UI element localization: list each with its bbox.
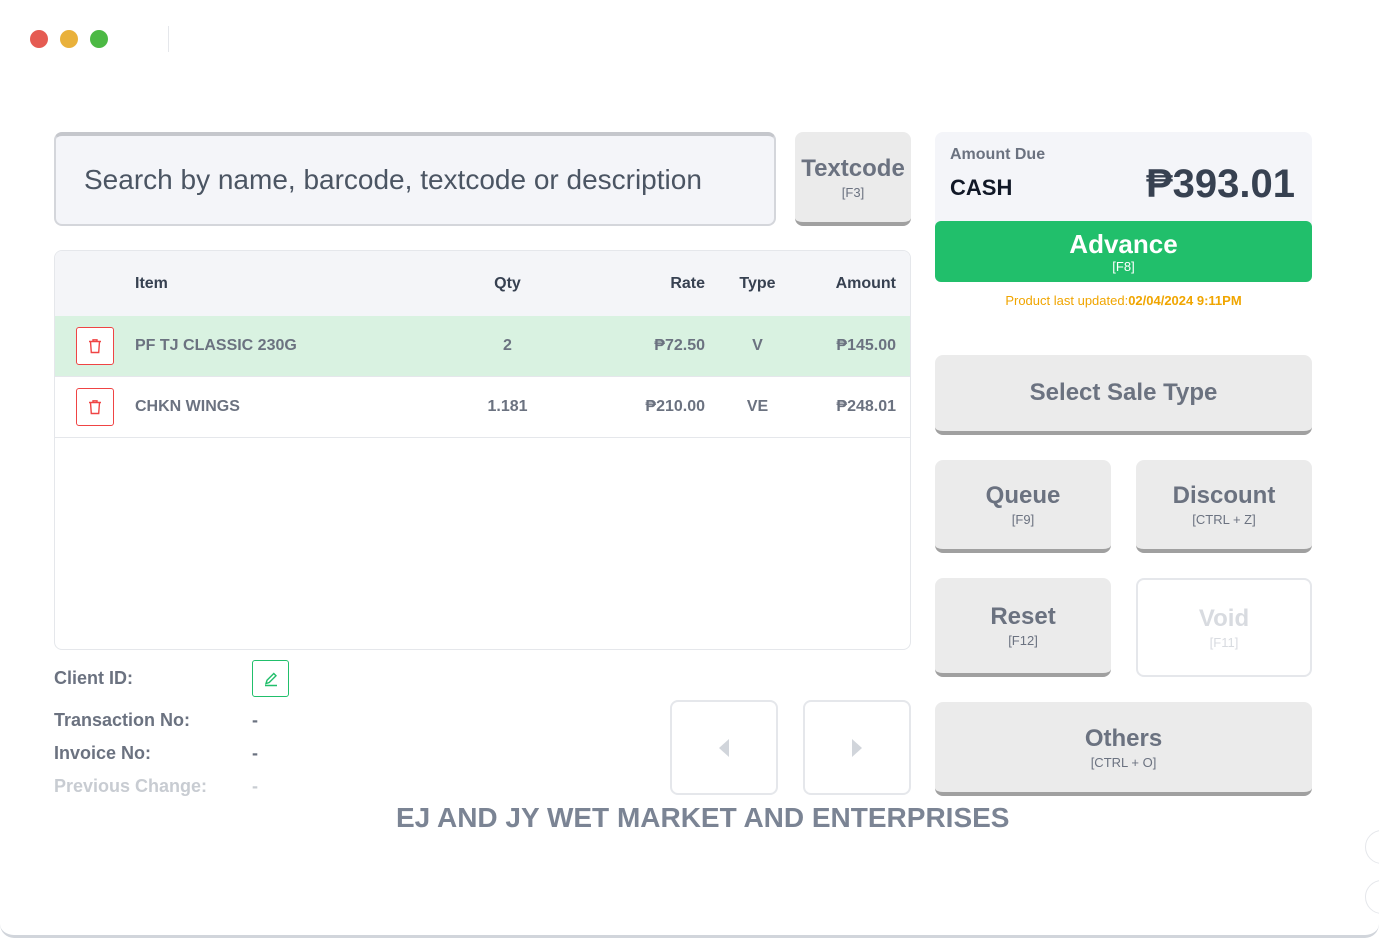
void-button-label: Void [1198, 605, 1250, 632]
queue-button[interactable]: Queue [F9] [935, 460, 1111, 553]
window-controls [30, 30, 108, 48]
header-item: Item [135, 274, 168, 292]
titlebar-divider [168, 26, 169, 52]
row-qty: 1.181 [487, 398, 528, 415]
row-type: VE [746, 398, 769, 415]
row-qty: 2 [503, 337, 512, 354]
amount-due-label: Amount Due [950, 146, 1046, 163]
invoice-no-label: Invoice No: [54, 743, 152, 763]
advance-button-shortcut: [F8] [1112, 259, 1135, 274]
row-rate: ₱72.50 [654, 337, 705, 354]
close-window-button[interactable] [30, 30, 48, 48]
advance-button[interactable]: Advance [F8] [935, 221, 1312, 282]
row-delete-cell [55, 388, 135, 426]
reset-button-shortcut: [F12] [1008, 633, 1038, 648]
others-button-shortcut: [CTRL + O] [1090, 754, 1157, 770]
void-button-shortcut: [F11] [1209, 635, 1239, 650]
amount-due-value: ₱393.01 [1145, 162, 1295, 206]
transaction-no-label: Transaction No: [54, 710, 191, 730]
void-button[interactable]: Void [F11] [1136, 578, 1312, 677]
delete-item-button[interactable] [76, 388, 114, 426]
advance-button-label: Advance [1069, 229, 1178, 259]
discount-button-shortcut: [CTRL + Z] [1192, 512, 1256, 527]
trash-icon [89, 400, 101, 415]
caret-right-icon [852, 738, 862, 757]
cart-table-header: Item Qty Rate Type Amount [55, 251, 910, 316]
pos-window: Textcode [F3] Item Qty Rate Type Amount … [0, 0, 1379, 938]
pencil-icon [264, 672, 277, 686]
payment-method: CASH [950, 175, 1013, 200]
discount-button-label: Discount [1172, 482, 1276, 509]
product-last-updated: Product last updated:02/04/2024 9:11PM [935, 293, 1312, 308]
reset-button[interactable]: Reset [F12] [935, 578, 1111, 677]
amount-due-card: Amount Due CASH ₱393.01 [935, 132, 1312, 232]
reset-button-label: Reset [990, 603, 1056, 630]
textcode-button-label: Textcode [801, 154, 905, 182]
row-type: V [752, 337, 763, 354]
product-last-updated-label: Product last updated: [1005, 293, 1129, 308]
invoice-no-value: - [252, 743, 258, 763]
row-amount: ₱248.01 [836, 398, 896, 415]
textcode-button-shortcut: [F3] [841, 184, 865, 200]
header-rate: Rate [670, 274, 705, 292]
store-name: EJ AND JY WET MARKET AND ENTERPRISES [396, 802, 1010, 833]
delete-item-button[interactable] [76, 327, 114, 365]
discount-button[interactable]: Discount [CTRL + Z] [1136, 460, 1312, 553]
textcode-button[interactable]: Textcode [F3] [795, 132, 911, 226]
previous-change-label: Previous Change: [54, 776, 208, 796]
cart-table: Item Qty Rate Type Amount PF TJ CLASSIC … [54, 250, 911, 650]
previous-page-button[interactable] [670, 700, 778, 795]
row-item-name: CHKN WINGS [135, 398, 240, 415]
trash-icon [89, 339, 101, 354]
row-rate: ₱210.00 [645, 398, 705, 415]
header-type: Type [739, 274, 776, 292]
queue-button-shortcut: [F9] [1011, 512, 1035, 527]
row-item-name: PF TJ CLASSIC 230G [135, 337, 297, 354]
row-delete-cell [55, 327, 135, 365]
header-qty: Qty [494, 274, 521, 292]
cart-row[interactable]: PF TJ CLASSIC 230G 2 ₱72.50 V ₱145.00 [55, 316, 910, 377]
previous-change-value: - [252, 776, 258, 796]
edit-client-id-button[interactable] [252, 660, 289, 697]
row-amount: ₱145.00 [836, 337, 896, 354]
side-handle-bottom[interactable] [1365, 880, 1379, 914]
transaction-no-value: - [252, 710, 258, 730]
maximize-window-button[interactable] [90, 30, 108, 48]
next-page-button[interactable] [803, 700, 911, 795]
caret-left-icon [719, 738, 729, 757]
others-button[interactable]: Others [CTRL + O] [935, 702, 1312, 796]
queue-button-label: Queue [985, 482, 1061, 509]
product-search-input[interactable] [84, 164, 774, 196]
client-id-label: Client ID: [54, 668, 133, 688]
header-amount: Amount [835, 274, 896, 292]
product-last-updated-timestamp: 02/04/2024 9:11PM [1128, 293, 1242, 308]
cart-row[interactable]: CHKN WINGS 1.181 ₱210.00 VE ₱248.01 [55, 377, 910, 438]
side-handle-top[interactable] [1365, 830, 1379, 864]
select-sale-type-button[interactable]: Select Sale Type [935, 355, 1312, 435]
select-sale-type-label: Select Sale Type [1029, 379, 1218, 406]
search-box [54, 132, 776, 226]
minimize-window-button[interactable] [60, 30, 78, 48]
others-button-label: Others [1084, 724, 1163, 752]
